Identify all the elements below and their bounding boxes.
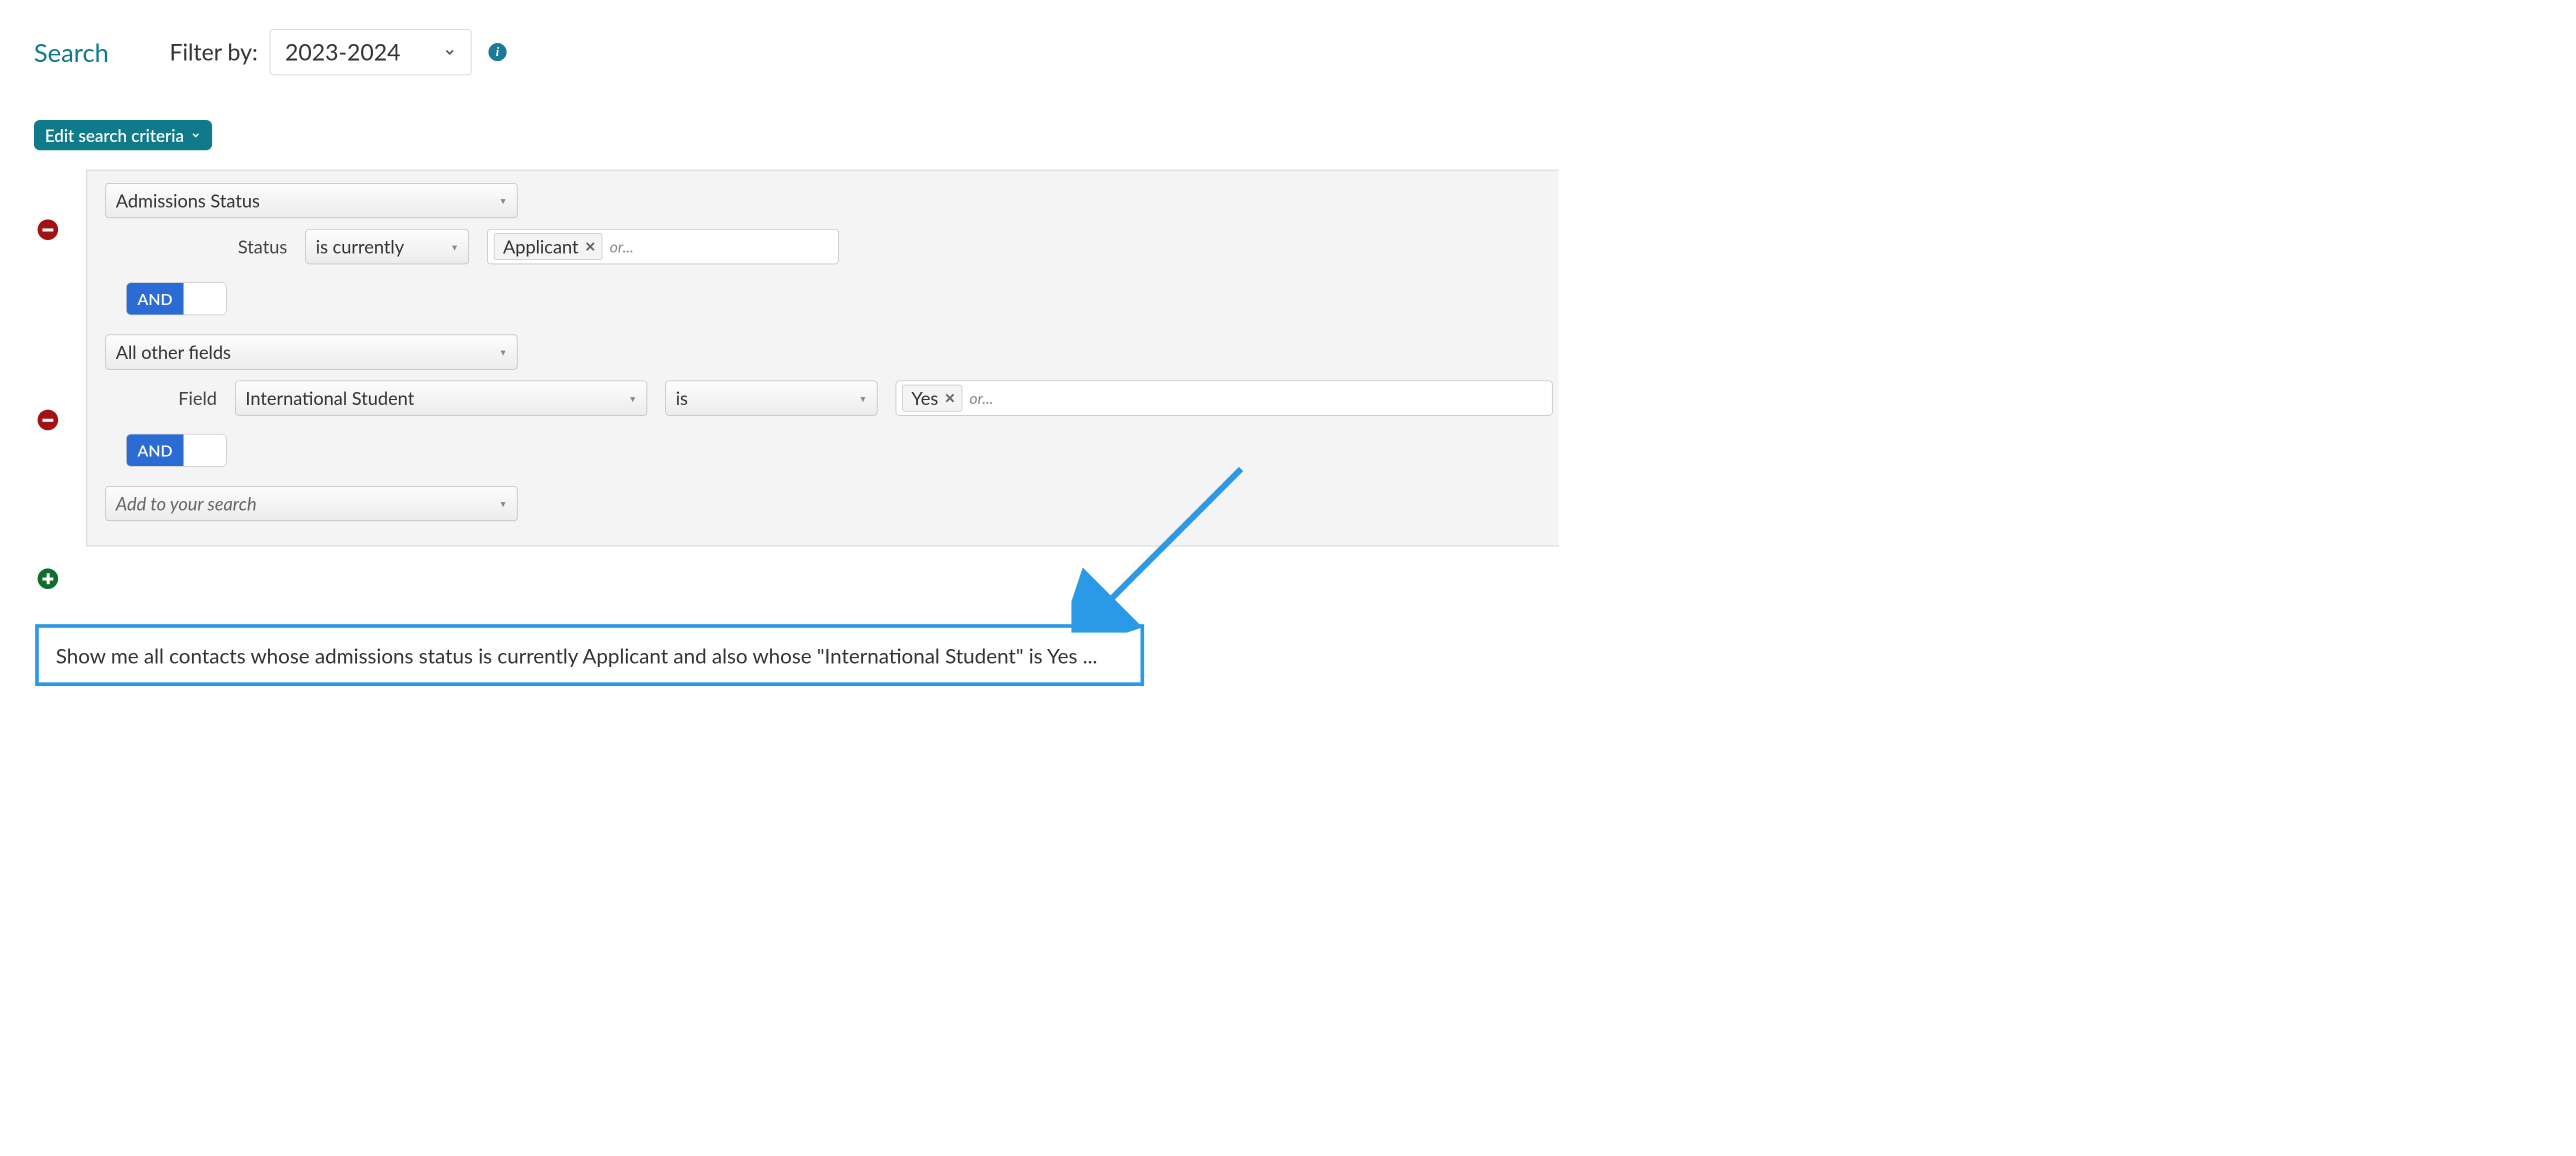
category-value: Admissions Status	[116, 190, 260, 212]
caret-down-icon: ▼	[450, 241, 458, 251]
connector-and: AND	[127, 283, 184, 315]
or-placeholder: or...	[969, 388, 993, 407]
remove-criterion-button[interactable]	[38, 410, 59, 431]
operator-select[interactable]: is ▼	[665, 381, 877, 416]
search-criteria-panel: Admissions Status ▼ Status is currently …	[86, 170, 1559, 547]
category-select[interactable]: Admissions Status ▼	[105, 183, 517, 218]
remove-token-icon[interactable]: ✕	[585, 240, 596, 253]
value-token-input[interactable]: Applicant ✕ or...	[487, 229, 838, 264]
minus-icon	[42, 418, 53, 421]
connector-toggle[interactable]: AND	[126, 282, 226, 315]
add-criterion-row: Add to your search ▼	[105, 486, 1558, 521]
search-summary-text: Show me all contacts whose admissions st…	[35, 624, 1144, 686]
filter-by-value: 2023-2024	[285, 38, 400, 66]
operator-value: is currently	[316, 236, 404, 258]
field-label: Field	[172, 387, 217, 409]
caret-down-icon: ▼	[629, 393, 637, 403]
edit-search-criteria-button[interactable]: Edit search criteria	[34, 120, 212, 150]
filter-by-label: Filter by:	[169, 38, 257, 66]
remove-criterion-button[interactable]	[38, 219, 59, 240]
connector-or	[183, 283, 225, 315]
edit-badge-label: Edit search criteria	[45, 125, 184, 146]
category-value: All other fields	[116, 341, 231, 363]
operator-select[interactable]: is currently ▼	[305, 229, 469, 264]
add-criterion-button[interactable]	[38, 568, 59, 589]
token-yes: Yes ✕	[902, 385, 962, 412]
chevron-down-icon	[190, 130, 201, 141]
connector-toggle[interactable]: AND	[126, 434, 226, 467]
add-placeholder: Add to your search	[116, 493, 257, 515]
remove-token-icon[interactable]: ✕	[944, 391, 955, 404]
chevron-down-icon	[443, 45, 456, 58]
operator-value: is	[676, 387, 688, 409]
field-label: Status	[215, 236, 288, 258]
summary-highlight: Show me all contacts whose admissions st…	[35, 624, 1144, 686]
minus-icon	[42, 228, 53, 231]
connector-or	[183, 435, 225, 467]
token-label: Yes	[911, 387, 938, 409]
category-select[interactable]: All other fields ▼	[105, 335, 517, 370]
page-title[interactable]: Search	[34, 37, 109, 67]
token-applicant: Applicant ✕	[494, 233, 603, 260]
caret-down-icon: ▼	[499, 195, 507, 205]
filter-by-container: Filter by: 2023-2024 i	[169, 29, 506, 75]
plus-icon-vertical	[46, 573, 49, 584]
or-placeholder: or...	[610, 237, 634, 256]
caret-down-icon: ▼	[499, 498, 507, 508]
filter-by-select[interactable]: 2023-2024	[270, 29, 471, 75]
criterion-admissions-status: Admissions Status ▼ Status is currently …	[105, 183, 1558, 330]
connector-and: AND	[127, 435, 184, 467]
info-icon[interactable]: i	[488, 43, 506, 61]
field-value: International Student	[245, 387, 414, 409]
token-label: Applicant	[503, 236, 579, 258]
add-to-search-select[interactable]: Add to your search ▼	[105, 486, 517, 521]
caret-down-icon: ▼	[499, 347, 507, 357]
field-select[interactable]: International Student ▼	[235, 381, 647, 416]
caret-down-icon: ▼	[859, 393, 867, 403]
criterion-all-other-fields: All other fields ▼ Field International S…	[105, 335, 1558, 482]
topbar: Search Filter by: 2023-2024 i	[34, 29, 507, 75]
value-token-input[interactable]: Yes ✕ or...	[896, 381, 1553, 416]
